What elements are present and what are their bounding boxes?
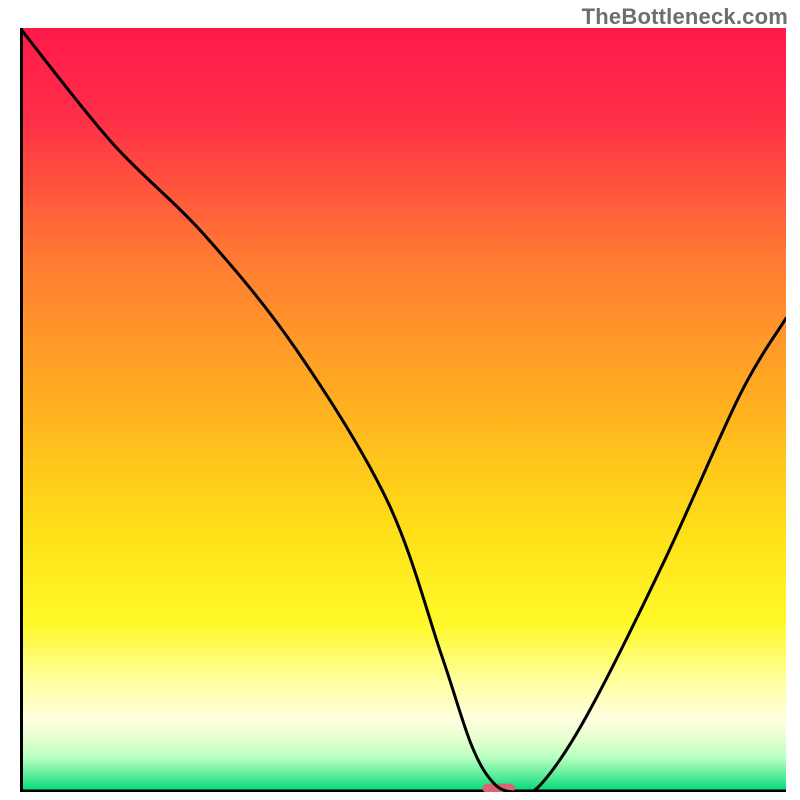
bottleneck-chart bbox=[20, 28, 786, 792]
chart-frame: TheBottleneck.com bbox=[0, 0, 800, 800]
attribution-label: TheBottleneck.com bbox=[582, 4, 788, 30]
chart-svg bbox=[20, 28, 786, 792]
gradient-background bbox=[20, 28, 786, 792]
